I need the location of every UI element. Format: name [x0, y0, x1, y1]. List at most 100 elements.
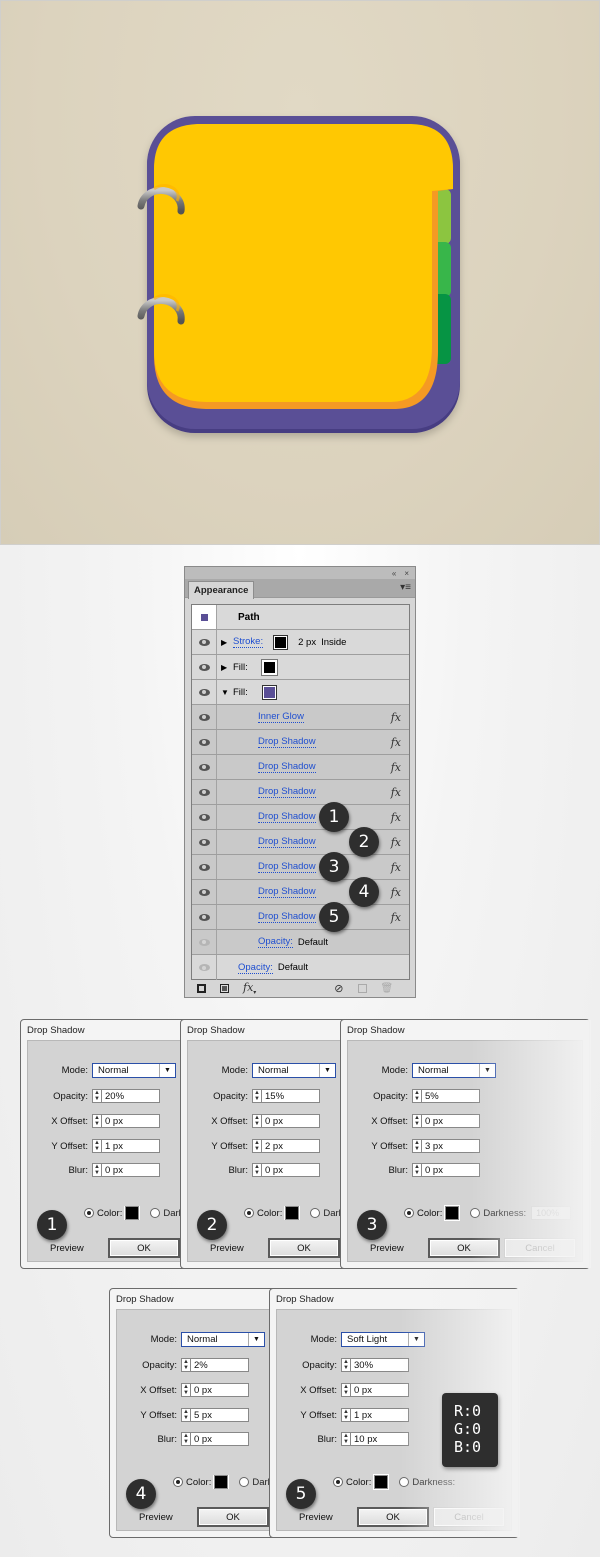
ok-button[interactable]: OK: [197, 1507, 269, 1527]
fill-opacity-link[interactable]: Opacity:: [258, 936, 293, 948]
visibility-toggle[interactable]: [192, 955, 217, 980]
fill-opacity-row[interactable]: Opacity: Default: [192, 930, 409, 955]
add-stroke-icon[interactable]: [197, 984, 206, 993]
effect-row[interactable]: Drop Shadow fx: [192, 730, 409, 755]
add-fill-icon[interactable]: [220, 984, 229, 993]
visibility-toggle[interactable]: [192, 880, 217, 904]
darkness-radio[interactable]: [239, 1477, 250, 1487]
y-offset-field[interactable]: 2 px: [262, 1139, 320, 1153]
effect-row[interactable]: Inner Glow fx: [192, 705, 409, 730]
stepper-icon[interactable]: ▲ ▼: [341, 1408, 351, 1422]
stepper-icon[interactable]: ▲ ▼: [92, 1089, 102, 1103]
shadow-color-swatch[interactable]: [444, 1205, 461, 1221]
effect-link[interactable]: Drop Shadow: [258, 786, 316, 798]
visibility-toggle[interactable]: [192, 855, 217, 879]
opacity-field[interactable]: 20%: [102, 1089, 160, 1103]
fill-row-expanded[interactable]: ▼ Fill:: [192, 680, 409, 705]
fill-row[interactable]: ▶ Fill:: [192, 655, 409, 680]
preview-checkbox-label[interactable]: Preview: [139, 1512, 173, 1523]
stepper-icon[interactable]: ▲ ▼: [252, 1114, 262, 1128]
ok-button[interactable]: OK: [428, 1238, 500, 1258]
stroke-row[interactable]: ▶ Stroke: 2 px Inside: [192, 630, 409, 655]
ok-button[interactable]: OK: [268, 1238, 340, 1258]
visibility-toggle[interactable]: [192, 705, 217, 729]
effect-link[interactable]: Drop Shadow: [258, 911, 316, 923]
visibility-toggle[interactable]: [192, 630, 217, 654]
darkness-radio[interactable]: [470, 1208, 481, 1218]
panel-menu-icon[interactable]: ▾≡: [400, 582, 411, 593]
color-radio[interactable]: [244, 1208, 254, 1218]
stepper-icon[interactable]: ▲ ▼: [181, 1358, 191, 1372]
y-offset-field[interactable]: 1 px: [102, 1139, 160, 1153]
stepper-icon[interactable]: ▲ ▼: [92, 1114, 102, 1128]
color-radio[interactable]: [84, 1208, 94, 1218]
mode-select[interactable]: Soft Light ▼: [341, 1332, 425, 1347]
x-offset-field[interactable]: 0 px: [422, 1114, 480, 1128]
visibility-toggle[interactable]: [192, 655, 217, 679]
y-offset-field[interactable]: 5 px: [191, 1408, 249, 1422]
x-offset-field[interactable]: 0 px: [102, 1114, 160, 1128]
mode-select[interactable]: Normal ▼: [412, 1063, 496, 1078]
stepper-icon[interactable]: ▲ ▼: [252, 1163, 262, 1177]
ok-button[interactable]: OK: [108, 1238, 180, 1258]
collapse-triangle-icon[interactable]: ▼: [221, 688, 233, 697]
darkness-radio[interactable]: [399, 1477, 410, 1487]
visibility-toggle[interactable]: [192, 780, 217, 804]
preview-checkbox-label[interactable]: Preview: [370, 1243, 404, 1254]
x-offset-field[interactable]: 0 px: [191, 1383, 249, 1397]
stepper-icon[interactable]: ▲ ▼: [252, 1089, 262, 1103]
shadow-color-swatch[interactable]: [213, 1475, 230, 1489]
visibility-toggle[interactable]: [192, 805, 217, 829]
stepper-icon[interactable]: ▲ ▼: [252, 1139, 262, 1153]
opacity-field[interactable]: 5%: [422, 1089, 480, 1103]
preview-checkbox-label[interactable]: Preview: [299, 1512, 333, 1523]
y-offset-field[interactable]: 3 px: [422, 1139, 480, 1153]
stroke-color-swatch[interactable]: [273, 634, 289, 650]
stepper-icon[interactable]: ▲ ▼: [92, 1163, 102, 1177]
x-offset-field[interactable]: 0 px: [262, 1114, 320, 1128]
effect-link[interactable]: Drop Shadow: [258, 861, 316, 873]
expand-triangle-icon[interactable]: ▶: [221, 638, 233, 647]
fx-menu-icon[interactable]: fx▾: [243, 981, 256, 996]
effect-link[interactable]: Drop Shadow: [258, 761, 316, 773]
object-opacity-row[interactable]: Opacity: Default: [192, 955, 409, 980]
effect-row[interactable]: Drop Shadow fx 1: [192, 802, 409, 832]
x-offset-field[interactable]: 0 px: [351, 1383, 409, 1397]
blur-field[interactable]: 0 px: [422, 1163, 480, 1177]
clear-appearance-icon[interactable]: ⊘: [334, 982, 343, 995]
effect-link[interactable]: Inner Glow: [258, 711, 304, 723]
stepper-icon[interactable]: ▲ ▼: [92, 1139, 102, 1153]
visibility-toggle[interactable]: [192, 680, 217, 704]
collapse-icon[interactable]: «: [392, 569, 396, 578]
effect-row[interactable]: Drop Shadow fx: [192, 780, 409, 805]
darkness-radio[interactable]: [150, 1208, 161, 1218]
object-row[interactable]: Path: [192, 605, 409, 630]
effect-link[interactable]: Drop Shadow: [258, 836, 316, 848]
stepper-icon[interactable]: ▲ ▼: [341, 1358, 351, 1372]
opacity-field[interactable]: 15%: [262, 1089, 320, 1103]
blur-field[interactable]: 0 px: [191, 1432, 249, 1446]
fill-color-swatch[interactable]: [260, 658, 278, 676]
blur-field[interactable]: 0 px: [102, 1163, 160, 1177]
tab-appearance[interactable]: Appearance: [188, 581, 254, 599]
mode-select[interactable]: Normal ▼: [181, 1332, 265, 1347]
stepper-icon[interactable]: ▲ ▼: [341, 1383, 351, 1397]
opacity-field[interactable]: 2%: [191, 1358, 249, 1372]
preview-checkbox-label[interactable]: Preview: [210, 1243, 244, 1254]
blur-field[interactable]: 0 px: [262, 1163, 320, 1177]
visibility-toggle[interactable]: [192, 930, 217, 954]
effect-row[interactable]: Drop Shadow fx 5: [192, 902, 409, 932]
stepper-icon[interactable]: ▲ ▼: [412, 1139, 422, 1153]
expand-triangle-icon[interactable]: ▶: [221, 663, 233, 672]
ok-button[interactable]: OK: [357, 1507, 429, 1527]
effect-link[interactable]: Drop Shadow: [258, 736, 316, 748]
close-icon[interactable]: ×: [404, 569, 409, 578]
visibility-toggle[interactable]: [192, 755, 217, 779]
darkness-radio[interactable]: [310, 1208, 321, 1218]
color-radio[interactable]: [173, 1477, 183, 1487]
visibility-toggle[interactable]: [192, 830, 217, 854]
mode-select[interactable]: Normal ▼: [252, 1063, 336, 1078]
stroke-link[interactable]: Stroke:: [233, 636, 264, 648]
shadow-color-swatch[interactable]: [124, 1206, 141, 1220]
stepper-icon[interactable]: ▲ ▼: [412, 1163, 422, 1177]
